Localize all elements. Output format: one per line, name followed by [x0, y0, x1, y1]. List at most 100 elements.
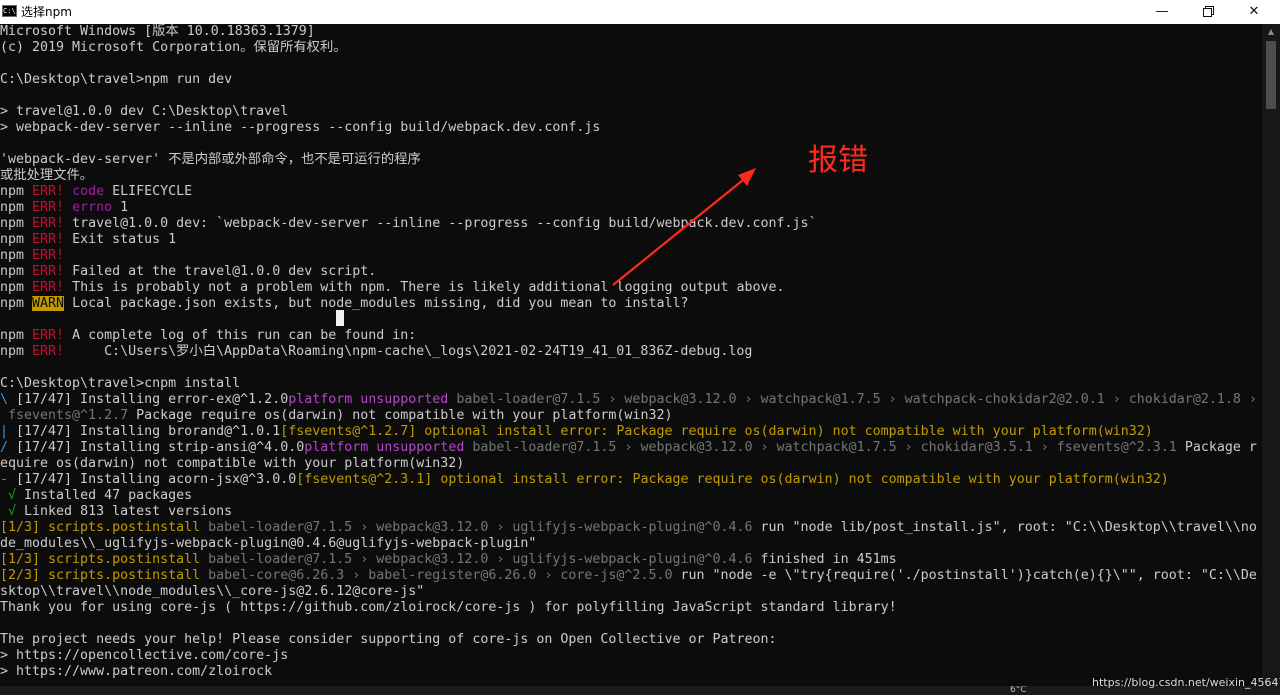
scroll-thumb[interactable]: [1266, 41, 1276, 109]
console-line: npm ERR! A complete log of this run can …: [0, 328, 416, 344]
console-text: 或批处理文件。: [0, 168, 94, 183]
console-line: (c) 2019 Microsoft Corporation。保留所有权利。: [0, 40, 347, 56]
watermark: https://blog.csdn.net/weixin_4564711: [1092, 676, 1280, 689]
console-text: de_modules\\_uglifyjs-webpack-plugin@0.4…: [0, 536, 537, 551]
console-text: Failed at the travel@1.0.0 dev script.: [64, 264, 377, 279]
console-text: Exit status 1: [64, 232, 177, 247]
console-text: ERR!: [32, 184, 65, 199]
console-line: > travel@1.0.0 dev C:\Desktop\travel: [0, 104, 288, 120]
maximize-button[interactable]: [1185, 0, 1231, 24]
console-text: [17/47] Installing acorn-jsx@^3.0.0: [16, 472, 297, 487]
console-text: npm: [0, 232, 33, 247]
console-line: npm ERR! Exit status 1: [0, 232, 176, 248]
console-text: Linked 813 latest versions: [24, 504, 233, 519]
console-text: Microsoft Windows [版本 10.0.18363.1379]: [0, 24, 315, 39]
console-text: \: [0, 392, 17, 407]
console-text: platform unsupported: [288, 392, 449, 407]
console-text: npm: [0, 184, 33, 199]
console-text: 1: [112, 200, 129, 215]
minimize-button[interactable]: —: [1139, 0, 1185, 24]
scroll-up-arrow-icon[interactable]: ▲: [1262, 24, 1280, 40]
console-line: > https://opencollective.com/core-js: [0, 648, 288, 664]
console-text: run "node -e \"try{require('./postinstal…: [672, 568, 1257, 583]
console-line: npm WARN Local package.json exists, but …: [0, 296, 688, 312]
console-text: ERR!: [32, 232, 65, 247]
console-line: [1/3] scripts.postinstall babel-loader@7…: [0, 552, 897, 568]
console-text: npm: [0, 296, 33, 311]
console-line: Microsoft Windows [版本 10.0.18363.1379]: [0, 24, 315, 40]
console-line: npm ERR! code ELIFECYCLE: [0, 184, 192, 200]
console-text: [1/3] scripts.postinstall: [0, 552, 201, 567]
window-title: 选择npm: [21, 5, 72, 19]
console-line: > webpack-dev-server --inline --progress…: [0, 120, 600, 136]
console-text: > https://opencollective.com/core-js: [0, 648, 289, 663]
console-text: babel-core@6.26.3 › babel-register@6.26.…: [200, 568, 673, 583]
console-text: √: [0, 504, 25, 519]
console-text: A complete log of this run can be found …: [64, 328, 417, 343]
console-text: ERR!: [32, 280, 65, 295]
console-text: babel-loader@7.1.5 › webpack@3.12.0 › wa…: [448, 392, 1257, 407]
console-text: √: [0, 488, 25, 503]
console-text: ERR!: [32, 248, 65, 263]
console-text: [17/47] Installing error-ex@^1.2.0: [16, 392, 289, 407]
console-text: code: [72, 184, 105, 199]
console-line: C:\Desktop\travel>npm run dev: [0, 72, 232, 88]
console-text: babel-loader@7.1.5 › webpack@3.12.0 › ug…: [200, 552, 753, 567]
console-text: npm: [0, 344, 33, 359]
console-text: babel-loader@7.1.5 › webpack@3.12.0 › ug…: [200, 520, 753, 535]
console-text: ERR!: [32, 344, 65, 359]
close-button[interactable]: ✕: [1231, 0, 1277, 24]
console-text: ERR!: [32, 216, 65, 231]
console-text: Local package.json exists, but node_modu…: [64, 296, 689, 311]
cmd-app-icon: C:\: [2, 5, 17, 17]
console-line: > https://www.patreon.com/zloirock: [0, 664, 272, 680]
console-line: 或批处理文件。: [0, 168, 93, 184]
title-bar[interactable]: C:\ 选择npm — ✕: [0, 0, 1280, 24]
console-text: C:\Desktop\travel>npm run dev: [0, 72, 233, 87]
console-text: [fsevents@^2.3.1] optional install error…: [296, 472, 1169, 487]
console-text: equire os(darwin) not compatible with yo…: [0, 456, 465, 471]
console-text: Package r: [1176, 440, 1257, 455]
console-text: (c) 2019 Microsoft Corporation。保留所有权利。: [0, 40, 347, 55]
annotation-label: 报错: [808, 143, 868, 178]
console-line: - [17/47] Installing acorn-jsx@^3.0.0[fs…: [0, 472, 1169, 488]
tray-temperature: 6°C: [1010, 686, 1027, 695]
console-text: [17/47] Installing brorand@^1.0.1: [16, 424, 281, 439]
console-text: fsevents@^1.2.7: [0, 408, 129, 423]
console-text: /: [0, 440, 17, 455]
console-text: [fsevents@^1.2.7] optional install error…: [280, 424, 1153, 439]
console-text: |: [0, 424, 17, 439]
console-output[interactable]: Microsoft Windows [版本 10.0.18363.1379] (c…: [0, 24, 1262, 686]
app-icon-text: C:\: [3, 7, 16, 15]
console-line: [1/3] scripts.postinstall babel-loader@7…: [0, 520, 1257, 536]
console-line: [2/3] scripts.postinstall babel-core@6.2…: [0, 568, 1257, 584]
console-text: npm: [0, 216, 33, 231]
vertical-scrollbar[interactable]: ▲: [1262, 24, 1280, 686]
console-text: ERR!: [32, 200, 65, 215]
console-line: \ [17/47] Installing error-ex@^1.2.0plat…: [0, 392, 1257, 408]
console-text: [1/3] scripts.postinstall: [0, 520, 201, 535]
console-text: ERR!: [32, 264, 65, 279]
console-text: npm: [0, 280, 33, 295]
console-text: travel@1.0.0 dev: `webpack-dev-server --…: [64, 216, 817, 231]
console-text: npm: [0, 248, 33, 263]
console-line: √ Linked 813 latest versions: [0, 504, 232, 520]
console-text: npm: [0, 200, 33, 215]
console-text: Thank you for using core-js ( https://gi…: [0, 600, 897, 615]
minimize-icon: —: [1155, 4, 1169, 19]
console-line: Thank you for using core-js ( https://gi…: [0, 600, 897, 616]
console-text: > https://www.patreon.com/zloirock: [0, 664, 273, 679]
console-text: C:\Desktop\travel>cnpm install: [0, 376, 241, 391]
console-text: npm: [0, 328, 33, 343]
console-text: The project needs your help! Please cons…: [0, 632, 777, 647]
console-text: errno: [72, 200, 113, 215]
console-text: > travel@1.0.0 dev C:\Desktop\travel: [0, 104, 289, 119]
console-text: [2/3] scripts.postinstall: [0, 568, 201, 583]
console-text: This is probably not a problem with npm.…: [64, 280, 785, 295]
console-text: Package require os(darwin) not compatibl…: [128, 408, 673, 423]
text-cursor: [336, 310, 344, 326]
console-text: C:\Users\罗小白\AppData\Roaming\npm-cache\_…: [64, 344, 753, 359]
console-line: npm ERR! C:\Users\罗小白\AppData\Roaming\np…: [0, 344, 752, 360]
